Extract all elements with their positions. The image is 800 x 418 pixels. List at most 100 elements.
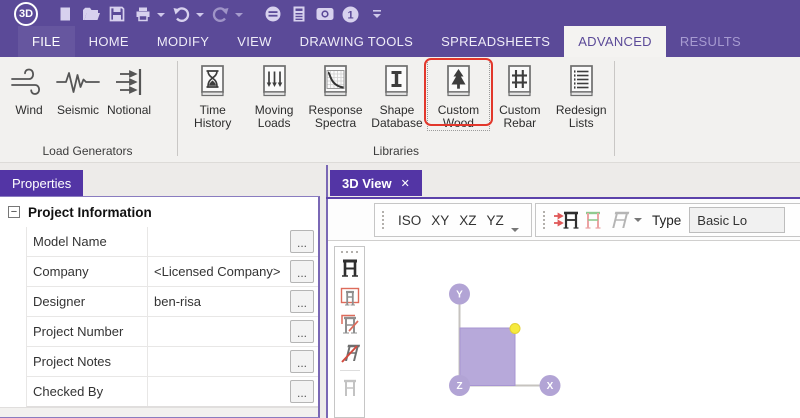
ghost-members-icon[interactable] bbox=[606, 206, 632, 234]
view-1-icon[interactable]: 1 bbox=[340, 4, 361, 24]
report-icon[interactable] bbox=[288, 4, 309, 24]
xz-view-button[interactable]: XZ bbox=[454, 213, 481, 228]
toolbar-grip[interactable] bbox=[382, 211, 384, 229]
moving-loads-button[interactable]: Moving Loads bbox=[243, 60, 304, 130]
3d-view-tab[interactable]: 3D View ✕ bbox=[330, 170, 422, 196]
group-separator bbox=[614, 61, 615, 156]
project-notes-field[interactable] bbox=[147, 347, 288, 376]
redo-icon[interactable] bbox=[210, 4, 231, 24]
model-name-browse-button[interactable]: ... bbox=[290, 230, 314, 253]
checked-by-browse-button[interactable]: ... bbox=[290, 380, 314, 403]
property-row-model-name: Model Name ... bbox=[26, 227, 318, 257]
row-label: Checked By bbox=[27, 384, 147, 399]
custom-wood-label: Custom Wood bbox=[431, 104, 486, 130]
notional-button[interactable]: Notional bbox=[104, 60, 154, 117]
view-dropdown-icon[interactable] bbox=[511, 228, 519, 232]
project-notes-browse-button[interactable]: ... bbox=[290, 350, 314, 373]
time-history-button[interactable]: Time History bbox=[182, 60, 243, 130]
tab-file[interactable]: FILE bbox=[18, 26, 75, 57]
colored-members-icon[interactable] bbox=[580, 206, 606, 234]
print-icon[interactable] bbox=[132, 4, 153, 24]
load-type-select[interactable]: Basic Lo bbox=[689, 207, 785, 233]
x-axis-label: X bbox=[547, 381, 554, 392]
collapse-icon[interactable]: − bbox=[8, 206, 20, 218]
project-number-browse-button[interactable]: ... bbox=[290, 320, 314, 343]
tab-results[interactable]: RESULTS bbox=[666, 26, 755, 57]
tab-drawing-tools[interactable]: DRAWING TOOLS bbox=[286, 26, 427, 57]
3d-view-tab-label: 3D View bbox=[342, 176, 392, 191]
iso-view-button[interactable]: ISO bbox=[393, 213, 426, 228]
display-toolbar: Type Basic Lo bbox=[535, 203, 800, 237]
yz-view-button[interactable]: YZ bbox=[482, 213, 509, 228]
orientation-toolbar: ISO XY XZ YZ bbox=[374, 203, 532, 237]
row-label: Company bbox=[27, 264, 147, 279]
section-title: Project Information bbox=[28, 205, 152, 220]
ribbon-tab-bar: FILE HOME MODIFY VIEW DRAWING TOOLS SPRE… bbox=[0, 26, 800, 57]
toolbar-grip[interactable] bbox=[543, 211, 545, 229]
redo-dropdown-icon[interactable] bbox=[235, 13, 243, 17]
company-browse-button[interactable]: ... bbox=[290, 260, 314, 283]
custom-rebar-label: Custom Rebar bbox=[492, 104, 547, 130]
properties-tab-label: Properties bbox=[12, 176, 71, 191]
response-spectra-button[interactable]: Response Spectra bbox=[305, 60, 366, 130]
xy-view-button[interactable]: XY bbox=[426, 213, 454, 228]
title-bar: 3D bbox=[0, 0, 800, 26]
ribbon-advanced: Wind Seismic Notional Load Generators bbox=[0, 57, 800, 163]
y-axis-label: Y bbox=[456, 290, 463, 301]
designer-browse-button[interactable]: ... bbox=[290, 290, 314, 313]
type-label: Type bbox=[652, 213, 681, 228]
tab-home[interactable]: HOME bbox=[75, 26, 143, 57]
checked-by-field[interactable] bbox=[147, 377, 288, 406]
properties-panel: − Project Information Model Name ... Com… bbox=[0, 196, 320, 418]
app-logo: 3D bbox=[14, 2, 38, 26]
members-dropdown-icon[interactable] bbox=[634, 218, 642, 222]
3d-viewport[interactable]: Y Z X bbox=[328, 241, 800, 418]
designer-field[interactable]: ben-risa bbox=[147, 287, 288, 316]
response-spectra-label: Response Spectra bbox=[308, 104, 363, 130]
tab-advanced[interactable]: ADVANCED bbox=[564, 26, 666, 57]
plate-member[interactable] bbox=[460, 328, 515, 386]
tab-modify[interactable]: MODIFY bbox=[143, 26, 223, 57]
snapshot-icon[interactable] bbox=[314, 4, 335, 24]
book-decay-curve-icon bbox=[317, 62, 354, 102]
undo-dropdown-icon[interactable] bbox=[196, 13, 204, 17]
book-down-arrows-icon bbox=[256, 62, 293, 102]
property-row-company: Company <Licensed Company> ... bbox=[26, 257, 318, 287]
svg-text:1: 1 bbox=[347, 9, 353, 21]
loads-display-icon[interactable] bbox=[554, 206, 580, 234]
company-field[interactable]: <Licensed Company> bbox=[147, 257, 288, 286]
seismic-button[interactable]: Seismic bbox=[52, 60, 104, 117]
seismic-label: Seismic bbox=[57, 104, 99, 117]
row-label: Project Number bbox=[27, 324, 147, 339]
group-load-generators: Wind Seismic Notional Load Generators bbox=[0, 57, 175, 162]
property-row-project-number: Project Number ... bbox=[26, 317, 318, 347]
shape-database-button[interactable]: Shape Database bbox=[366, 60, 427, 130]
shape-database-label: Shape Database bbox=[369, 104, 424, 130]
view-toolbar-row: ISO XY XZ YZ Type Basic Lo bbox=[328, 199, 800, 241]
project-number-field[interactable] bbox=[147, 317, 288, 346]
tab-view[interactable]: VIEW bbox=[223, 26, 285, 57]
undo-icon[interactable] bbox=[171, 4, 192, 24]
save-icon[interactable] bbox=[106, 4, 127, 24]
close-icon[interactable]: ✕ bbox=[401, 177, 410, 190]
book-tree-icon bbox=[440, 62, 477, 102]
custom-rebar-button[interactable]: Custom Rebar bbox=[489, 60, 550, 130]
quick-access-toolbar: 1 bbox=[54, 4, 387, 24]
time-history-label: Time History bbox=[185, 104, 240, 130]
custom-wood-button[interactable]: Custom Wood bbox=[428, 60, 489, 130]
selected-node[interactable] bbox=[510, 324, 520, 334]
properties-tab[interactable]: Properties bbox=[0, 170, 83, 196]
book-rebar-icon bbox=[501, 62, 538, 102]
property-row-designer: Designer ben-risa ... bbox=[26, 287, 318, 317]
customize-toolbar-icon[interactable] bbox=[366, 4, 387, 24]
redesign-lists-button[interactable]: Redesign Lists bbox=[551, 60, 612, 130]
seismic-icon bbox=[55, 62, 101, 102]
model-name-field[interactable] bbox=[147, 227, 288, 256]
open-folder-icon[interactable] bbox=[80, 4, 101, 24]
print-dropdown-icon[interactable] bbox=[157, 13, 165, 17]
wind-button[interactable]: Wind bbox=[6, 60, 52, 117]
new-file-icon[interactable] bbox=[54, 4, 75, 24]
tab-spreadsheets[interactable]: SPREADSHEETS bbox=[427, 26, 564, 57]
solve-icon[interactable] bbox=[262, 4, 283, 24]
group-separator bbox=[177, 61, 178, 156]
